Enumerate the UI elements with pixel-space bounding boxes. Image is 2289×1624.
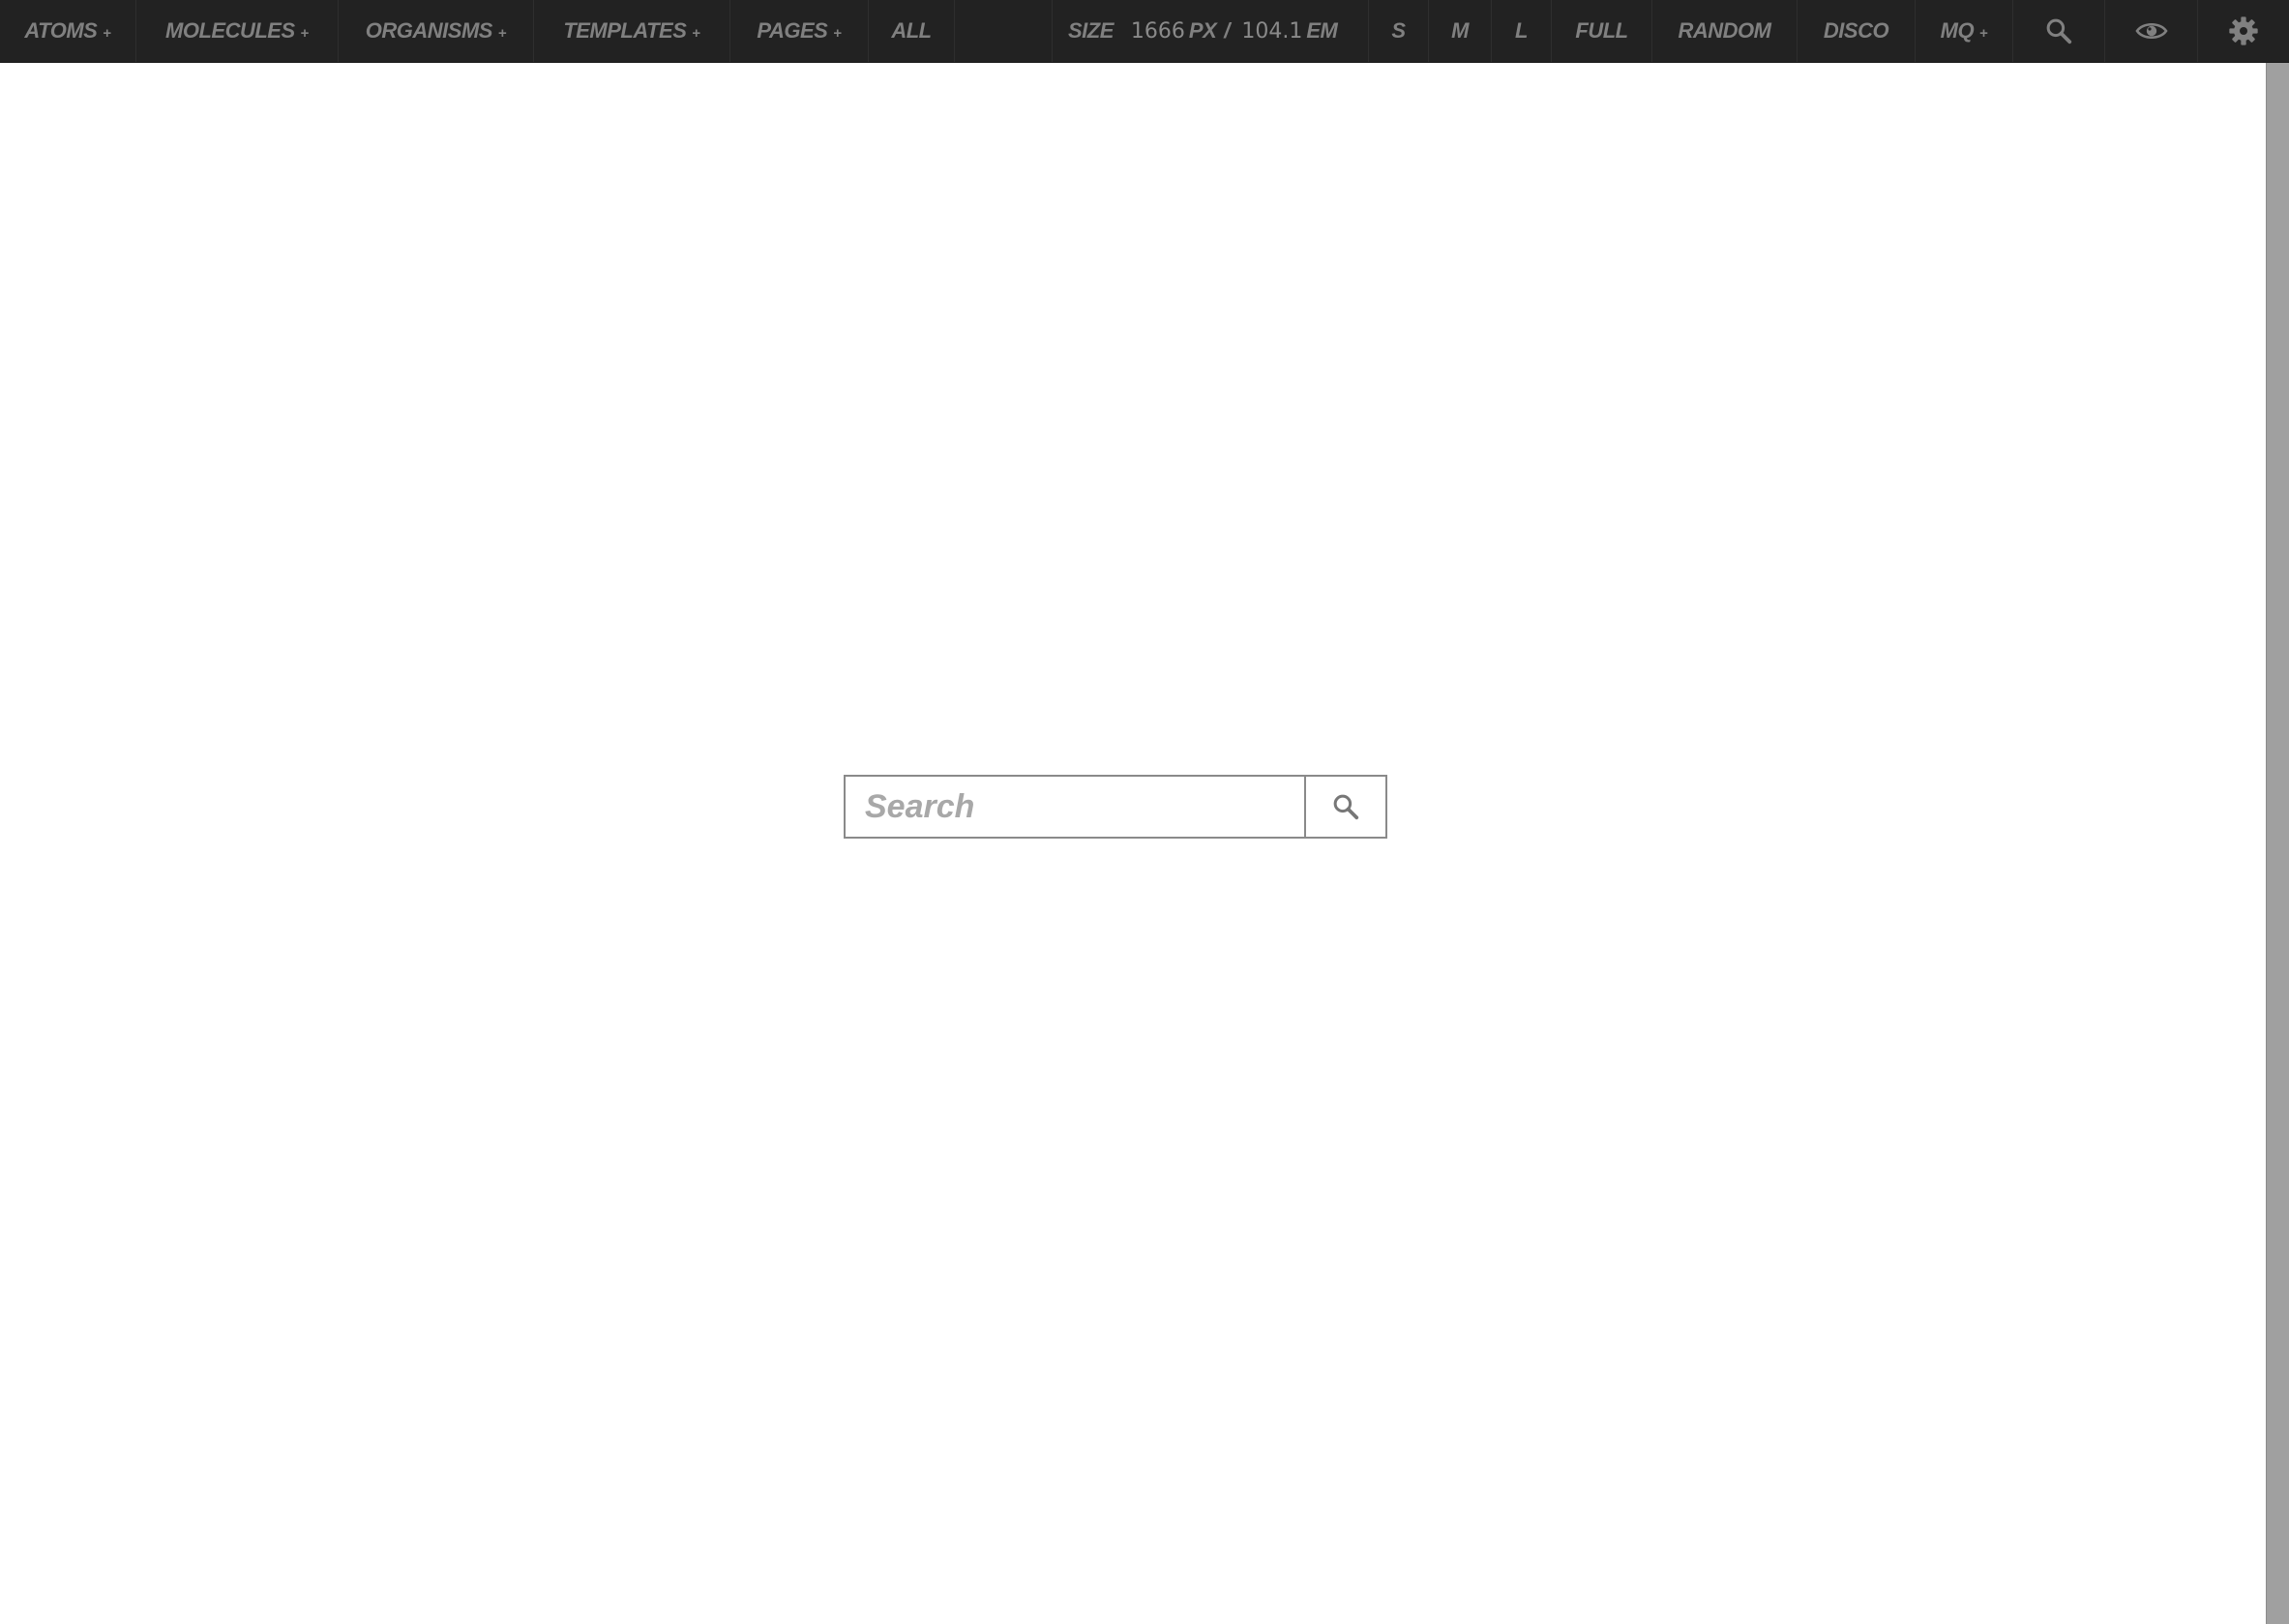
gear-icon	[2229, 16, 2258, 45]
search-icon	[1333, 794, 1359, 820]
search-icon	[2046, 18, 2072, 44]
size-full-label: FULL	[1575, 18, 1628, 43]
search-form	[844, 775, 1387, 839]
size-disco-button[interactable]: DISCO	[1798, 0, 1916, 62]
nav-templates-plus: +	[692, 24, 700, 42]
size-em-unit: EM	[1306, 18, 1338, 43]
nav-templates[interactable]: TEMPLATES +	[534, 0, 730, 62]
nav-templates-label: TEMPLATES	[563, 18, 687, 43]
size-small-button[interactable]: S	[1369, 0, 1429, 62]
pattern-lab-toolbar: ATOMS + MOLECULES + ORGANISMS + TEMPLATES + …	[0, 0, 2289, 63]
size-medium-label: M	[1451, 18, 1469, 43]
size-px-value[interactable]: 1666	[1131, 19, 1185, 44]
nav-atoms-plus: +	[103, 24, 111, 42]
size-full-button[interactable]: FULL	[1552, 0, 1652, 62]
size-em-value[interactable]: 104.1	[1241, 19, 1302, 44]
nav-all-label: ALL	[891, 18, 932, 43]
size-small-label: S	[1391, 18, 1406, 43]
size-large-label: L	[1515, 18, 1528, 43]
search-input[interactable]	[844, 775, 1304, 839]
toolbar-search-button[interactable]	[2013, 0, 2105, 62]
search-submit-button[interactable]	[1304, 775, 1387, 839]
size-medium-button[interactable]: M	[1429, 0, 1492, 62]
size-random-label: RANDOM	[1678, 18, 1772, 43]
size-disco-label: DISCO	[1823, 18, 1889, 43]
size-large-button[interactable]: L	[1492, 0, 1552, 62]
nav-pages-label: PAGES	[757, 18, 828, 43]
toolbar-settings-button[interactable]	[2198, 0, 2289, 62]
pattern-viewport	[0, 63, 2266, 1624]
nav-atoms[interactable]: ATOMS +	[0, 0, 136, 62]
size-label: SIZE	[1068, 18, 1114, 43]
mq-menu-button[interactable]: MQ +	[1916, 0, 2013, 62]
eye-icon	[2134, 22, 2168, 40]
mq-label: MQ	[1940, 18, 1975, 43]
size-separator: /	[1224, 18, 1231, 43]
nav-pages-plus: +	[833, 24, 842, 42]
toolbar-view-button[interactable]	[2105, 0, 2198, 62]
nav-pages[interactable]: PAGES +	[730, 0, 869, 62]
size-random-button[interactable]: RANDOM	[1652, 0, 1798, 62]
nav-molecules[interactable]: MOLECULES +	[136, 0, 339, 62]
size-px-unit: PX	[1188, 18, 1217, 43]
nav-organisms-label: ORGANISMS	[365, 18, 493, 43]
nav-atoms-label: ATOMS	[24, 18, 98, 43]
nav-molecules-label: MOLECULES	[165, 18, 295, 43]
mq-plus: +	[1979, 24, 1988, 42]
viewport-size-display: SIZE 1666 PX / 104.1 EM	[1052, 0, 1369, 62]
nav-organisms[interactable]: ORGANISMS +	[339, 0, 534, 62]
vertical-scrollbar[interactable]	[2266, 63, 2289, 1624]
nav-all[interactable]: ALL	[869, 0, 955, 62]
nav-molecules-plus: +	[300, 24, 310, 42]
nav-organisms-plus: +	[497, 24, 507, 42]
